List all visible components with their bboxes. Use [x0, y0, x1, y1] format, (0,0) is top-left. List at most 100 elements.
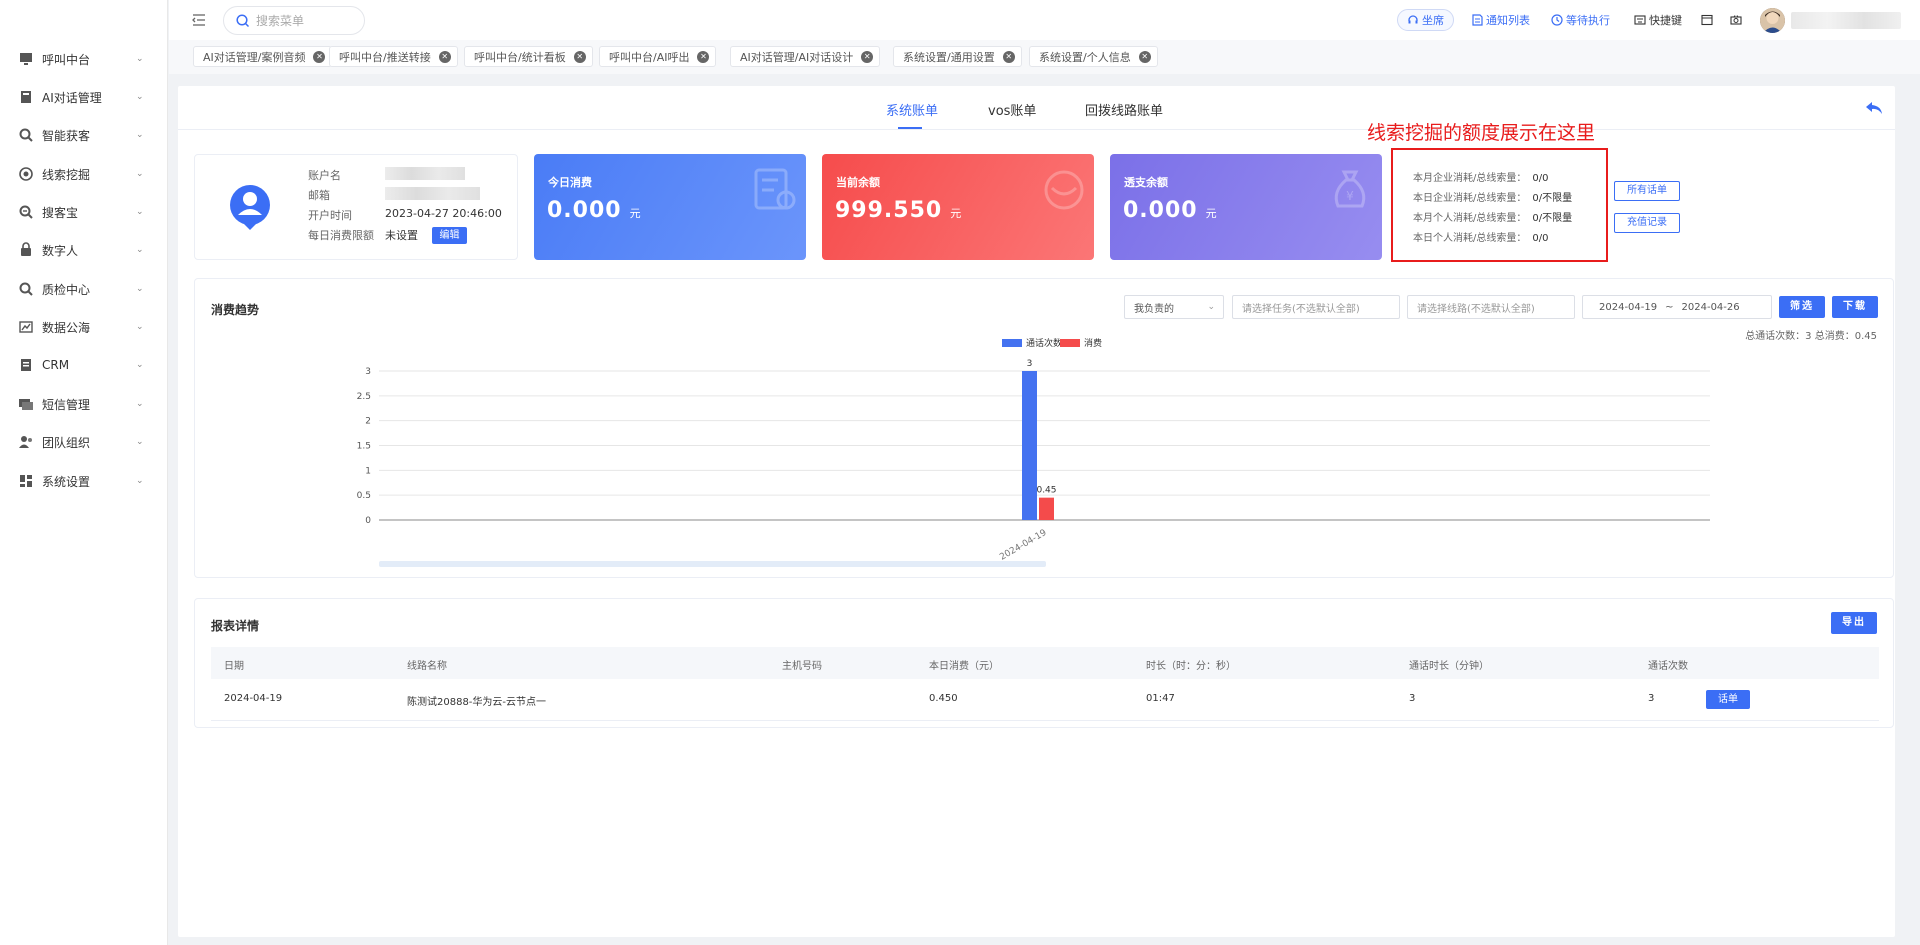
shortcut-button[interactable]: 快捷键: [1634, 9, 1682, 31]
y-tick-label: 1.5: [357, 442, 371, 452]
sidebar-item-10[interactable]: 团队组织 ⌄: [0, 427, 168, 457]
visited-tags-bar: AI对话管理/案例音频 ✕ 呼叫中台/推送转接 ✕ 呼叫中台/统计看板 ✕ 呼叫中台/AI呼…: [169, 40, 1920, 74]
chevron-down-icon: ⌄: [136, 322, 144, 332]
open-time-value: 2023-04-27 20:46:00: [385, 207, 502, 220]
notice-list-button[interactable]: 通知列表: [1472, 9, 1530, 31]
consumption-bar-chart: 通话次数 消费 0 0.5 1 1.5 2 2.5 3 3 0.45 2024-04-19: [357, 337, 1710, 567]
sidebar-item-1[interactable]: AI对话管理 ⌄: [0, 82, 168, 112]
quota-row: 本月个人消耗/总线索量： 0/不限量: [1413, 209, 1572, 224]
pending-button[interactable]: 等待执行: [1551, 9, 1610, 31]
date-range-picker[interactable]: 2024-04-19 ~ 2024-04-26: [1582, 295, 1772, 319]
column-header: 日期: [224, 661, 244, 672]
screenshot-icon[interactable]: [1730, 14, 1742, 26]
close-icon[interactable]: ✕: [861, 50, 874, 63]
back-arrow-icon[interactable]: [1864, 98, 1884, 118]
crm-icon: [21, 359, 31, 371]
fullscreen-icon[interactable]: [1701, 14, 1713, 26]
scope-select-value: 我负责的: [1134, 303, 1174, 315]
balance-title: 当前余额: [836, 176, 880, 189]
email-label: 邮箱: [308, 189, 330, 202]
scope-select[interactable]: 我负责的 ⌄: [1124, 295, 1224, 319]
visited-tag[interactable]: 呼叫中台/统计看板 ✕: [464, 46, 593, 67]
export-button[interactable]: 导出: [1831, 612, 1877, 634]
chevron-down-icon: ⌄: [1207, 302, 1215, 312]
y-tick-label: 2: [365, 417, 371, 427]
quota-label: 本月个人消耗/总线索量：: [1413, 213, 1527, 224]
menu-search[interactable]: [223, 6, 365, 35]
column-header: 通话时长（分钟）: [1409, 661, 1489, 672]
sidebar-item-4[interactable]: 搜客宝 ⌄: [0, 197, 168, 227]
sidebar-item-7[interactable]: 数据公海 ⌄: [0, 312, 168, 342]
close-icon[interactable]: ✕: [1002, 50, 1015, 63]
search-icon: [236, 13, 250, 27]
close-icon[interactable]: ✕: [1138, 50, 1151, 63]
bill-tabs: 系统账单 vos账单 回拨线路账单: [178, 86, 1895, 130]
close-icon[interactable]: ✕: [313, 50, 326, 63]
chevron-down-icon: ⌄: [136, 54, 144, 64]
date-end: 2024-04-26: [1681, 301, 1740, 313]
y-tick-label: 0: [365, 516, 371, 526]
date-separator: ~: [1665, 301, 1674, 313]
close-icon[interactable]: ✕: [573, 50, 586, 63]
search-zoom-icon: [19, 205, 33, 219]
sidebar-item-2[interactable]: 智能获客 ⌄: [0, 120, 168, 150]
user-avatar[interactable]: [1760, 8, 1785, 33]
close-icon[interactable]: ✕: [697, 50, 710, 63]
headset-icon: [1408, 15, 1418, 24]
column-header: 线路名称: [407, 661, 447, 672]
account-name-blurred: [385, 167, 465, 180]
visited-tag[interactable]: AI对话管理/AI对话设计 ✕: [730, 46, 881, 67]
visited-tag[interactable]: 系统设置/个人信息 ✕: [1029, 46, 1158, 67]
search-input[interactable]: [256, 13, 356, 28]
table-header: 日期 线路名称 主机号码 本日消费（元） 时长（时：分：秒） 通话时长（分钟） 通话次数: [211, 647, 1879, 679]
today-cost-title: 今日消费: [548, 176, 592, 189]
cell-line-name: 陈测试20888-华为云-云节点一: [407, 697, 547, 708]
filter-button[interactable]: 筛选: [1779, 296, 1825, 318]
all-bills-button[interactable]: 所有话单: [1614, 181, 1680, 201]
legend-label: 通话次数: [1026, 337, 1062, 349]
chevron-down-icon: ⌄: [136, 284, 144, 294]
username-blurred[interactable]: [1791, 12, 1901, 29]
report-title: 报表详情: [211, 619, 260, 633]
sidebar-item-3[interactable]: 线索挖掘 ⌄: [0, 159, 168, 189]
sidebar-item-0[interactable]: 呼叫中台 ⌄: [0, 44, 168, 74]
visited-tag-label: AI对话管理/AI对话设计: [740, 50, 854, 64]
tab-vos-bill[interactable]: vos账单: [988, 100, 1036, 119]
quota-label: 本日企业消耗/总线索量：: [1413, 193, 1527, 204]
sidebar-item-label: 呼叫中台: [42, 52, 91, 67]
trend-title: 消费趋势: [211, 303, 260, 317]
tab-callback-bill[interactable]: 回拨线路账单: [1085, 100, 1163, 119]
sidebar-item-5[interactable]: 数字人 ⌄: [0, 235, 168, 265]
quota-label: 本日个人消耗/总线索量：: [1413, 233, 1527, 244]
legend-swatch: [1002, 339, 1022, 347]
visited-tag[interactable]: AI对话管理/案例音频 ✕: [193, 46, 333, 67]
line-select[interactable]: 请选择线路(不选默认全部): [1407, 295, 1575, 319]
download-button[interactable]: 下载: [1832, 296, 1878, 318]
daily-limit-value: 未设置: [385, 229, 418, 242]
task-select[interactable]: 请选择任务(不选默认全部): [1232, 295, 1400, 319]
y-tick-label: 2.5: [357, 392, 371, 402]
quota-row: 本月企业消耗/总线索量： 0/0: [1413, 169, 1548, 184]
daily-limit-label: 每日消费限额: [308, 229, 374, 242]
message-icon: [19, 399, 33, 410]
visited-tag[interactable]: 系统设置/通用设置 ✕: [893, 46, 1022, 67]
close-icon[interactable]: ✕: [438, 50, 451, 63]
tab-system-bill[interactable]: 系统账单: [886, 100, 938, 119]
edit-limit-button[interactable]: 编辑: [432, 227, 467, 244]
money-bag-icon: ¥: [1334, 170, 1366, 208]
sidebar-item-label: 搜客宝: [42, 205, 79, 220]
top-bar: 坐席 通知列表 等待执行 快捷键: [169, 0, 1920, 40]
bell-doc-icon: [1472, 14, 1483, 26]
call-record-button[interactable]: 话单: [1706, 690, 1750, 709]
recharge-record-button[interactable]: 充值记录: [1614, 213, 1680, 233]
sidebar-item-8[interactable]: CRM ⌄: [0, 350, 168, 380]
visited-tag[interactable]: 呼叫中台/推送转接 ✕: [329, 46, 458, 67]
sidebar-item-9[interactable]: 短信管理 ⌄: [0, 389, 168, 419]
agent-button[interactable]: 坐席: [1397, 9, 1454, 31]
x-tick-label: 2024-04-19: [998, 528, 1049, 563]
sidebar-item-6[interactable]: 质检中心 ⌄: [0, 274, 168, 304]
visited-tag[interactable]: 呼叫中台/AI呼出 ✕: [599, 46, 717, 67]
menu-fold-icon[interactable]: [191, 12, 207, 28]
overdraft-card: 透支余额 0.000 元 ¥: [1110, 154, 1382, 260]
sidebar-item-11[interactable]: 系统设置 ⌄: [0, 466, 168, 496]
